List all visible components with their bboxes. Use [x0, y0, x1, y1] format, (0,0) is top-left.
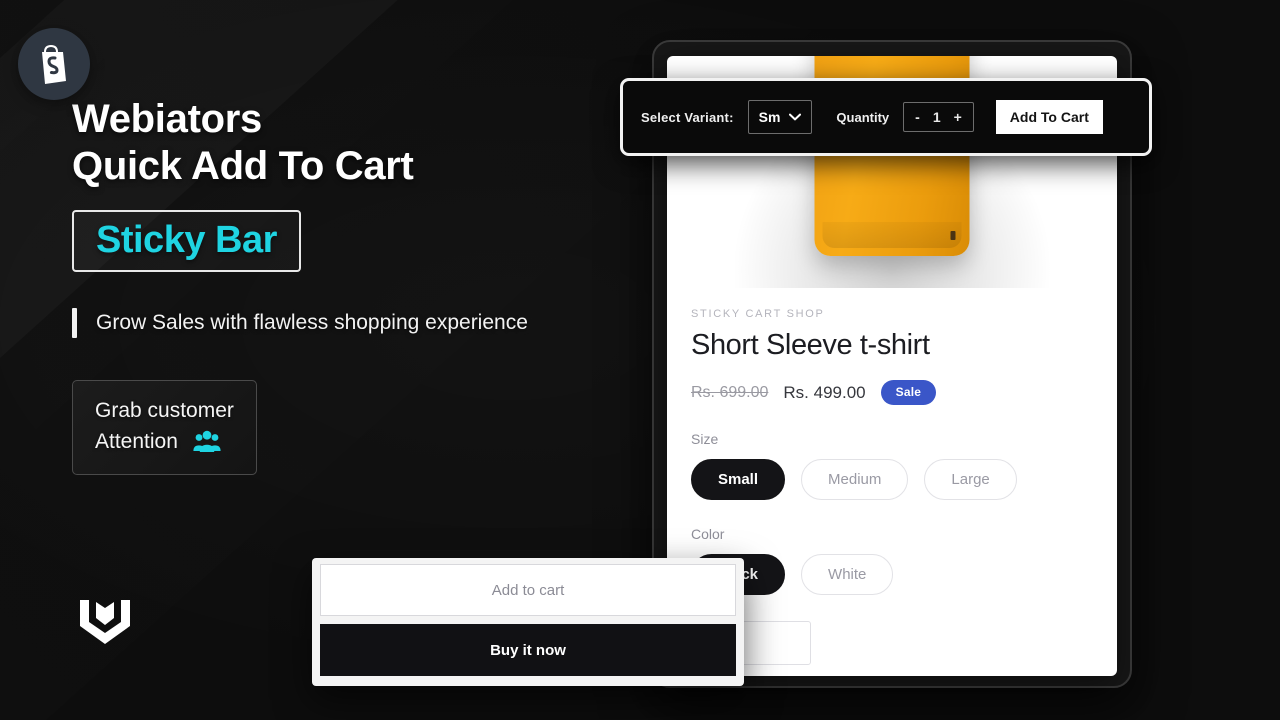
price-current: Rs. 499.00	[783, 382, 866, 402]
color-option-group: Black White	[691, 554, 1093, 595]
sticky-bar-badge-label: Sticky Bar	[96, 219, 277, 262]
webiators-w-shield-logo	[76, 596, 134, 653]
sticky-bar-inner: Select Variant: Sm Quantity - 1 + Add To…	[623, 81, 1149, 153]
size-option-large[interactable]: Large	[924, 459, 1017, 500]
quantity-value: 1	[932, 109, 941, 125]
sale-badge: Sale	[880, 380, 937, 405]
color-option-white[interactable]: White	[801, 554, 894, 595]
sticky-bar-badge: Sticky Bar	[72, 210, 301, 273]
product-vendor: STICKY CART SHOP	[691, 308, 825, 320]
title-line-1: Webiators	[72, 97, 262, 141]
sticky-quantity-stepper[interactable]: - 1 +	[903, 102, 974, 132]
buy-it-now-button[interactable]: Buy it now	[320, 624, 736, 676]
select-variant-label: Select Variant:	[641, 109, 734, 125]
chevron-down-icon	[789, 108, 802, 126]
title-line-2: Quick Add To Cart	[72, 144, 414, 189]
color-option-label: Color	[691, 526, 725, 542]
callout-line-1: Grab customer	[95, 399, 234, 423]
add-to-cart-button[interactable]: Add to cart	[320, 564, 736, 616]
people-group-icon	[192, 430, 222, 454]
subtitle-block: Grow Sales with flawless shopping experi…	[72, 308, 632, 339]
tshirt-label-tag	[950, 231, 956, 240]
size-option-group: Small Medium Large	[691, 459, 1093, 500]
shopify-bag-logo	[18, 28, 90, 100]
size-option-label: Size	[691, 431, 719, 447]
variant-select-dropdown[interactable]: Sm	[747, 100, 813, 134]
hero-text-column: Webiators Quick Add To Cart Sticky Bar G…	[72, 96, 632, 476]
subtitle-text: Grow Sales with flawless shopping experi…	[96, 311, 528, 335]
price-compare-at: Rs. 699.00	[691, 383, 769, 401]
sticky-add-to-cart-bar: Select Variant: Sm Quantity - 1 + Add To…	[620, 78, 1152, 156]
floating-cart-panel: Add to cart Buy it now	[312, 558, 744, 686]
sticky-add-to-cart-button[interactable]: Add To Cart	[995, 100, 1103, 134]
size-option-medium[interactable]: Medium	[801, 459, 909, 500]
subtitle-accent-bar	[72, 308, 77, 339]
callout-line-2: Attention	[95, 429, 178, 453]
page-title: Webiators Quick Add To Cart	[72, 96, 632, 190]
product-prices: Rs. 699.00 Rs. 499.00 Sale	[691, 380, 1093, 405]
sticky-quantity-label: Quantity	[836, 109, 890, 125]
quantity-decrease-button[interactable]: -	[915, 110, 920, 124]
size-option-small[interactable]: Small	[691, 459, 786, 500]
quantity-increase-button[interactable]: +	[954, 110, 962, 124]
product-title: Short Sleeve t-shirt	[691, 329, 930, 361]
grab-attention-callout: Grab customer Attention	[72, 380, 257, 476]
variant-select-value: Sm	[758, 109, 781, 125]
